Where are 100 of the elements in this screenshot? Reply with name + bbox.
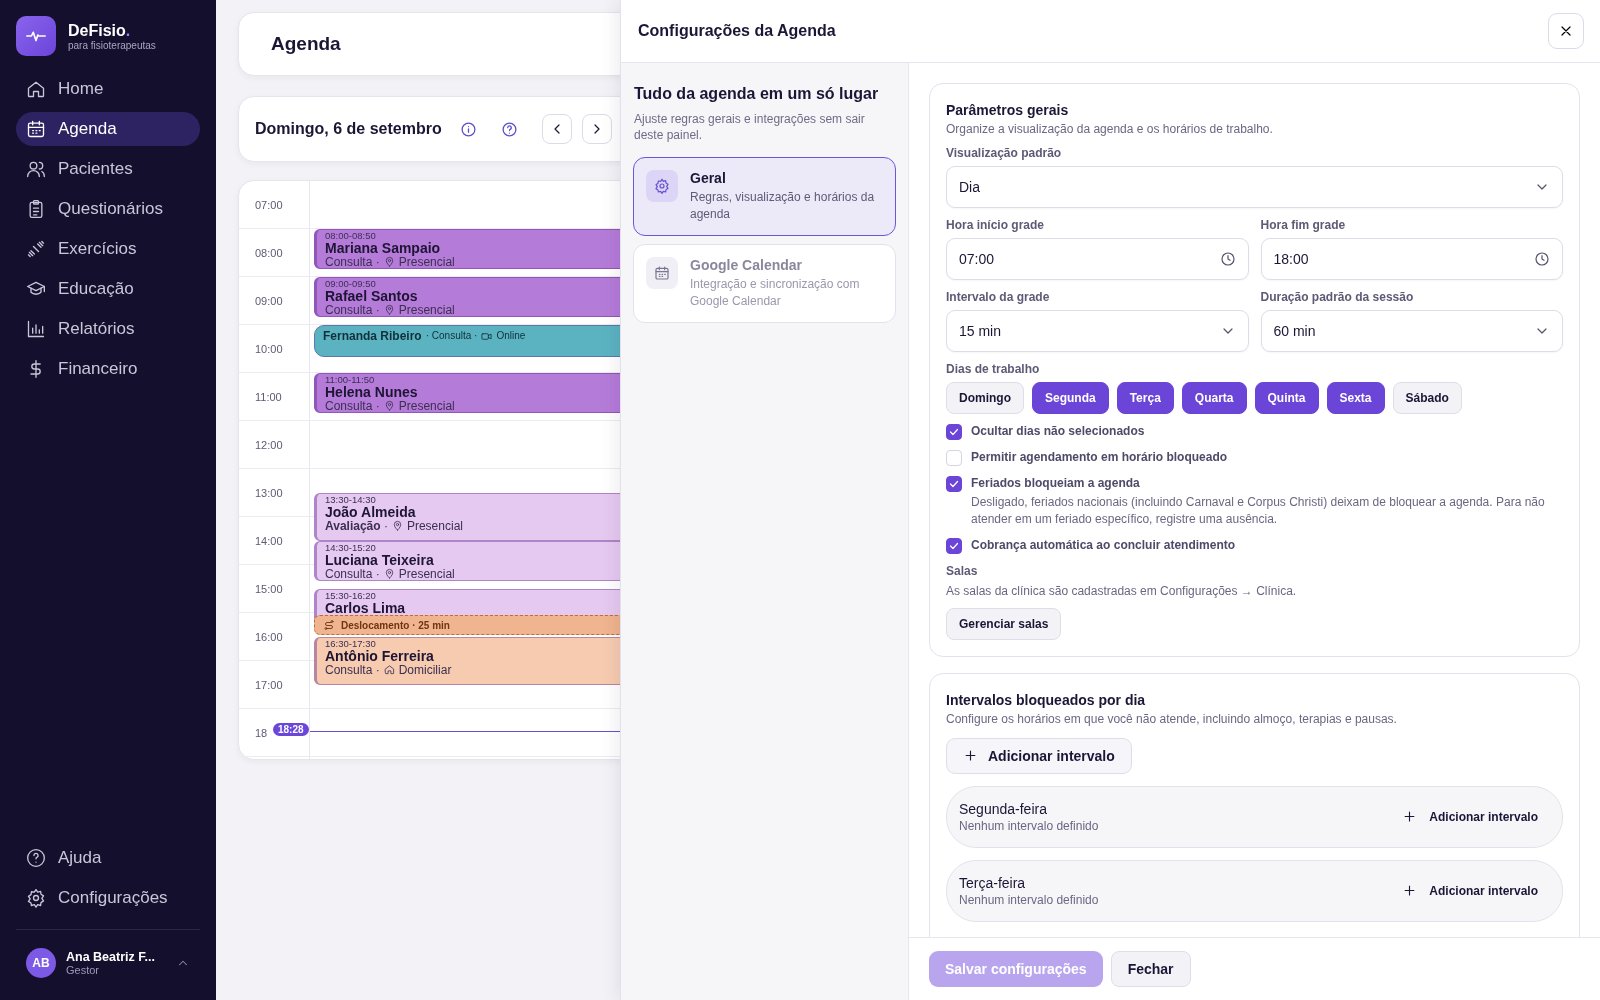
appointment-type: Consulta · [325,303,380,316]
close-button[interactable] [1548,13,1584,49]
sidebar-item[interactable]: Relatórios [16,312,200,346]
travel-label: Deslocamento · 25 min [341,619,450,631]
appointment-type: Consulta · [325,663,380,677]
checkbox-label: Ocultar dias não selecionados [971,424,1145,438]
patient-name: Antônio Ferreira [325,648,434,664]
option-description: Desligado, feriados nacionais (incluindo Carnaval e Corpus Christi) deixam de bloquear a agenda. Para não atender em um feriado específico, registre uma ausência. [971,494,1546,528]
patient-name: Mariana Sampaio [325,240,441,256]
settings-icon [654,178,670,195]
hour-label: 14:00 [255,534,283,547]
sidebar-item[interactable]: Questionários [16,192,200,226]
plus-icon [963,748,978,764]
drawer-title: Configurações da Agenda [638,22,836,40]
settings-icon [26,888,46,908]
appointment-time: 08:00-08:50 [325,231,376,241]
weekday-toggle[interactable]: Quarta [1181,382,1247,414]
patient-name: João Almeida [325,504,416,520]
calendar-icon [26,119,46,139]
sidebar-item[interactable]: Exercícios [16,232,200,266]
appointment-mode: Presencial [398,567,455,580]
calendar-icon [654,264,670,281]
sidebar-item[interactable]: Pacientes [16,152,200,186]
next-day-button[interactable] [581,114,612,144]
section-title: Parâmetros gerais [946,102,1070,118]
weekday-name: Terça-feira [959,874,1027,891]
patient-name: Luciana Teixeira [325,552,434,568]
weekday-name: Segunda-feira [959,800,1048,817]
hour-label: 18 [255,726,268,739]
checkbox[interactable] [946,424,962,440]
weekday-toggle[interactable]: Domingo [946,382,1024,414]
checkbox-label: Feriados bloqueiam a agenda [971,476,1141,490]
settings-section-tab[interactable]: Geral Regras, visualização e horários da agenda [633,157,896,236]
checkbox[interactable] [946,537,962,554]
sidebar-item[interactable]: Financeiro [16,352,200,386]
add-interval-button[interactable]: Adicionar intervalo [946,737,1132,774]
user-avatar: AB [26,948,56,978]
hour-label: 08:00 [255,246,283,259]
hour-label: 09:00 [255,294,283,307]
add-interval-button[interactable]: Adicionar intervalo [1390,883,1550,899]
location-pin-icon [383,256,395,268]
checkbox-label: Permitir agendamento em horário bloqueado [971,450,1228,464]
appointment-time: 11:00-11:50 [325,375,375,385]
sidebar-item[interactable]: Ajuda [16,841,200,875]
appointment-type: Consulta · [325,399,380,412]
field-label: Hora início grade [946,218,1046,232]
appointment-time: 13:30-14:30 [325,495,376,505]
sidebar-item[interactable]: Agenda [16,112,200,146]
appointment-type: Consulta · [325,567,380,580]
route-icon [323,619,335,632]
section-description: Configure os horários em que você não atende, incluindo almoço, terapias e pausas. [946,711,1398,726]
hour-label: 12:00 [255,438,283,451]
current-date: Domingo, 6 de setembro [255,120,442,138]
hour-label: 10:00 [255,342,283,355]
appointment-type: Consulta · [325,255,380,268]
panel-heading: Tudo da agenda em um só lugar [634,85,880,103]
weekday-toggle[interactable]: Segunda [1032,382,1109,414]
appointment-mode: Presencial [398,255,455,268]
previous-day-button[interactable] [541,114,572,144]
user-role: Gestor [66,964,100,976]
info-icon[interactable] [459,120,477,138]
weekday-toggle[interactable]: Sexta [1326,382,1385,414]
appointment-time: 09:00-09:50 [325,279,376,289]
help-icon[interactable] [500,120,518,138]
patient-name: Carlos Lima [325,600,406,616]
help-icon [26,848,46,868]
field-label: Dias de trabalho [946,362,1041,376]
weekday-toggle[interactable]: Quinta [1254,382,1319,414]
appointment-type: Avaliação · [325,519,388,533]
checkbox[interactable] [946,476,962,492]
add-interval-button[interactable]: Adicionar intervalo [1390,809,1550,825]
appointment-time: 16:30-17:30 [325,639,376,649]
weekday-toggle[interactable]: Terça [1116,382,1174,414]
bar-chart-icon [26,319,46,339]
clock-icon[interactable] [1534,251,1550,267]
clock-icon[interactable] [1219,251,1236,267]
interval-status: Nenhum intervalo definido [959,818,1099,833]
panel-description: Ajuste regras gerais e integrações sem sair deste painel. [634,111,866,144]
brand-name: DeFisio. [68,21,132,40]
field-label: Intervalo da grade [946,290,1051,304]
weekday-toggle[interactable]: Sábado [1392,382,1462,414]
hour-label: 15:00 [255,582,283,595]
close-drawer-button[interactable]: Fechar [1110,951,1191,987]
current-time-badge: 18:28 [273,723,309,737]
sidebar-item[interactable]: Educação [16,272,200,306]
manage-rooms-button[interactable]: Gerenciar salas [946,607,1062,640]
user-name: Ana Beatriz F... [66,950,156,964]
sidebar-item[interactable]: Configurações [16,881,200,915]
patient-name: Rafael Santos [325,288,418,304]
users-icon [26,159,46,179]
location-pin-icon [383,568,395,580]
hour-label: 13:00 [255,486,283,499]
interval-status: Nenhum intervalo definido [959,892,1099,907]
patient-name: Fernanda Ribeiro [323,330,422,343]
home-icon [383,664,395,676]
page-title: Agenda [271,33,341,55]
checkbox-label: Cobrança automática ao concluir atendimento [971,537,1236,552]
sidebar-item[interactable]: Home [16,72,200,106]
appointment-mode: Online [496,331,526,342]
section-title: Intervalos bloqueados por dia [946,691,1147,708]
